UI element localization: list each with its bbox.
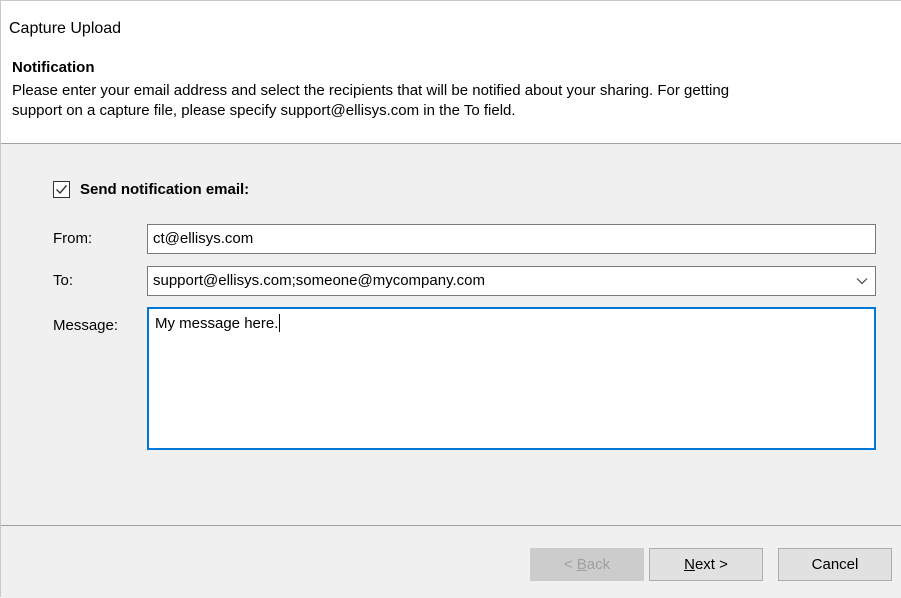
- wizard-header: Capture Upload Notification Please enter…: [1, 1, 901, 144]
- from-field[interactable]: ct@ellisys.com: [147, 224, 876, 254]
- next-accel: N: [684, 556, 695, 573]
- message-label: Message:: [53, 317, 119, 334]
- wizard-footer: < Back Next > Cancel: [1, 525, 901, 598]
- wizard-body: Send notification email: From: ct@ellisy…: [1, 144, 901, 525]
- send-notification-option[interactable]: Send notification email:: [53, 179, 249, 199]
- to-value: support@ellisys.com;someone@mycompany.co…: [153, 272, 485, 289]
- check-mark-icon: [56, 184, 68, 194]
- from-label: From:: [53, 230, 93, 247]
- send-notification-checkbox[interactable]: [53, 180, 70, 198]
- back-prefix: <: [563, 556, 577, 573]
- text-caret: [279, 314, 281, 332]
- next-rest: ext >: [694, 556, 728, 573]
- back-rest: ack: [586, 556, 611, 573]
- back-button[interactable]: < Back: [530, 548, 644, 581]
- message-textarea[interactable]: My message here.: [147, 307, 876, 450]
- page-heading: Notification: [12, 59, 95, 76]
- send-notification-label: Send notification email:: [80, 180, 250, 198]
- page-description: Please enter your email address and sele…: [12, 81, 872, 121]
- to-combobox[interactable]: support@ellisys.com;someone@mycompany.co…: [147, 266, 876, 296]
- cancel-label: Cancel: [811, 556, 859, 573]
- description-line-2: support on a capture file, please specif…: [12, 102, 516, 119]
- description-line-1: Please enter your email address and sele…: [12, 82, 730, 99]
- to-label: To:: [53, 272, 74, 289]
- capture-upload-dialog: Capture Upload Notification Please enter…: [0, 0, 901, 598]
- window-title: Capture Upload: [9, 20, 122, 37]
- message-value: My message here.: [155, 315, 279, 332]
- cancel-button[interactable]: Cancel: [778, 548, 892, 581]
- next-button[interactable]: Next >: [649, 548, 763, 581]
- chevron-down-icon[interactable]: [855, 267, 869, 295]
- back-accel: B: [576, 556, 587, 573]
- from-value: ct@ellisys.com: [153, 230, 254, 247]
